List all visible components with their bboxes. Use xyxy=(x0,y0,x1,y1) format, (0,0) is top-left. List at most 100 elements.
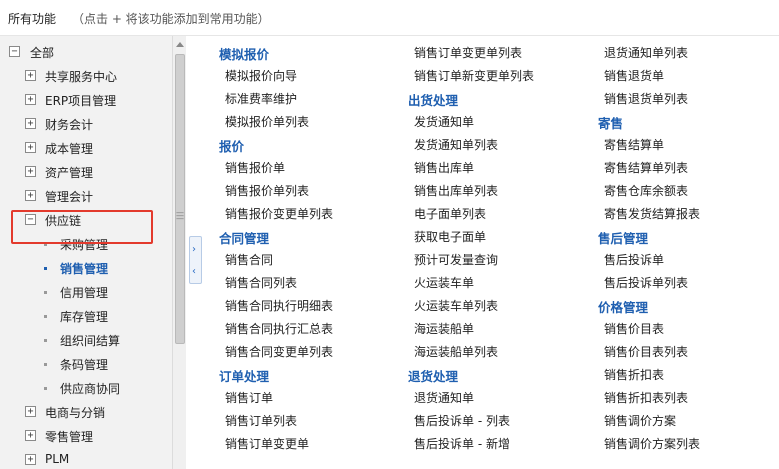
function-link[interactable]: 模拟报价向导 xyxy=(225,67,297,84)
scroll-up-arrow-icon[interactable] xyxy=(176,42,184,47)
bullet-icon xyxy=(44,339,47,342)
tree-item[interactable]: + 资产管理 xyxy=(0,160,172,184)
bullet-icon xyxy=(44,363,47,366)
function-link[interactable]: 退货通知单列表 xyxy=(604,44,688,61)
expand-icon[interactable]: + xyxy=(25,166,36,177)
expand-icon[interactable]: + xyxy=(25,406,36,417)
function-link[interactable]: 销售合同 xyxy=(225,251,273,268)
function-link[interactable]: 售后投诉单 - 列表 xyxy=(414,412,510,429)
function-link[interactable]: 发货通知单 xyxy=(414,113,474,130)
function-link[interactable]: 海运装船单列表 xyxy=(414,343,498,360)
function-link[interactable]: 销售出库单列表 xyxy=(414,182,498,199)
function-link[interactable]: 售后投诉单 xyxy=(604,251,664,268)
tree-item[interactable]: 库存管理 xyxy=(0,304,172,328)
tree-item-label: 组织间结算 xyxy=(60,334,121,348)
tree-item[interactable]: 供应商协同 xyxy=(0,376,172,400)
tree-item[interactable]: 组织间结算 xyxy=(0,328,172,352)
function-link[interactable]: 销售报价单 xyxy=(225,159,285,176)
tree-item[interactable]: + 零售管理 xyxy=(0,424,172,448)
scroll-thumb[interactable]: — — — xyxy=(175,54,185,344)
function-link[interactable]: 模拟报价单列表 xyxy=(225,113,309,130)
function-link[interactable]: 销售合同变更单列表 xyxy=(225,343,333,360)
function-link[interactable]: 销售折扣表 xyxy=(604,366,664,383)
grip-icon: — — — xyxy=(176,208,184,223)
collapse-icon[interactable]: − xyxy=(9,46,20,57)
function-link[interactable]: 销售报价变更单列表 xyxy=(225,205,333,222)
function-link[interactable]: 销售调价方案 xyxy=(604,412,676,429)
function-link[interactable]: 电子面单列表 xyxy=(414,205,486,222)
function-link[interactable]: 销售折扣表列表 xyxy=(604,389,688,406)
function-link[interactable]: 寄售结算单列表 xyxy=(604,159,688,176)
function-link[interactable]: 销售合同执行汇总表 xyxy=(225,320,333,337)
tree-item[interactable]: + 成本管理 xyxy=(0,136,172,160)
group-heading: 报价 xyxy=(219,139,245,154)
function-link[interactable]: 销售退货单列表 xyxy=(604,90,688,107)
tree-item-label: 电商与分销 xyxy=(45,406,106,420)
tree-item-label: PLM xyxy=(45,452,70,466)
tree-item-label: 共享服务中心 xyxy=(45,70,118,84)
tree-item[interactable]: 销售管理 xyxy=(0,256,172,280)
function-link[interactable]: 发货通知单列表 xyxy=(414,136,498,153)
tree-item[interactable]: + 财务会计 xyxy=(0,112,172,136)
function-link[interactable]: 海运装船单 xyxy=(414,320,474,337)
function-tree: − 全部 + 共享服务中心 + ERP项目管理 + 财务会计 + 成本管理 + 资产管理 + 管理会计 − 供… xyxy=(0,36,186,469)
tree-item-label: 成本管理 xyxy=(45,142,94,156)
tree-item[interactable]: + 共享服务中心 xyxy=(0,64,172,88)
group-heading: 价格管理 xyxy=(598,300,649,315)
tree-item[interactable]: + ERP项目管理 xyxy=(0,88,172,112)
expand-icon[interactable]: + xyxy=(25,70,36,81)
expand-icon[interactable]: + xyxy=(25,94,36,105)
tree-item-label: 资产管理 xyxy=(45,166,94,180)
function-link[interactable]: 销售订单变更单 xyxy=(225,435,309,452)
function-link[interactable]: 寄售发货结算报表 xyxy=(604,205,700,222)
function-link[interactable]: 销售合同执行明细表 xyxy=(225,297,333,314)
function-link[interactable]: 寄售仓库余额表 xyxy=(604,182,688,199)
function-link[interactable]: 售后投诉单 - 新增 xyxy=(414,435,510,452)
function-link[interactable]: 预计可发量查询 xyxy=(414,251,498,268)
header-bar: 所有功能 （点击 + 将该功能添加到常用功能） xyxy=(0,0,779,36)
function-link[interactable]: 退货通知单 xyxy=(414,389,474,406)
bullet-icon xyxy=(44,267,47,270)
function-link[interactable]: 火运装车单列表 xyxy=(414,297,498,314)
function-link[interactable]: 销售订单新变更单列表 xyxy=(414,67,534,84)
function-link[interactable]: 售后投诉单列表 xyxy=(604,274,688,291)
function-link[interactable]: 寄售结算单 xyxy=(604,136,664,153)
page-hint: （点击 + 将该功能添加到常用功能） xyxy=(72,12,270,26)
function-link[interactable]: 销售调价方案列表 xyxy=(604,435,700,452)
group-heading: 模拟报价 xyxy=(219,47,270,62)
bullet-icon xyxy=(44,315,47,318)
group-heading: 退货处理 xyxy=(408,369,459,384)
tree-item[interactable]: 条码管理 xyxy=(0,352,172,376)
chevron-right-icon: › xyxy=(192,244,196,255)
selection-highlight xyxy=(11,210,153,244)
tree-item[interactable]: − 全部 xyxy=(0,40,172,64)
function-link[interactable]: 销售退货单 xyxy=(604,67,664,84)
tree-item-label: 库存管理 xyxy=(60,310,109,324)
function-link[interactable]: 销售报价单列表 xyxy=(225,182,309,199)
sidebar-collapse-toggle[interactable]: › ‹ xyxy=(189,236,202,284)
expand-icon[interactable]: + xyxy=(25,190,36,201)
tree-item[interactable]: 信用管理 xyxy=(0,280,172,304)
function-link[interactable]: 获取电子面单 xyxy=(414,228,486,245)
tree-item[interactable]: + PLM xyxy=(0,448,172,469)
function-link[interactable]: 销售订单变更单列表 xyxy=(414,44,522,61)
function-link[interactable]: 销售价目表 xyxy=(604,320,664,337)
expand-icon[interactable]: + xyxy=(25,454,36,465)
tree-scrollbar[interactable]: — — — xyxy=(172,36,186,469)
expand-icon[interactable]: + xyxy=(25,142,36,153)
tree-item[interactable]: + 管理会计 xyxy=(0,184,172,208)
function-link[interactable]: 销售合同列表 xyxy=(225,274,297,291)
function-link[interactable]: 标准费率维护 xyxy=(225,90,297,107)
function-link[interactable]: 销售出库单 xyxy=(414,159,474,176)
tree-item-label: 条码管理 xyxy=(60,358,109,372)
group-heading: 售后管理 xyxy=(598,231,649,246)
function-link[interactable]: 销售价目表列表 xyxy=(604,343,688,360)
function-link[interactable]: 销售订单列表 xyxy=(225,412,297,429)
tree-item-label: 供应商协同 xyxy=(60,382,121,396)
tree-item[interactable]: + 电商与分销 xyxy=(0,400,172,424)
expand-icon[interactable]: + xyxy=(25,430,36,441)
expand-icon[interactable]: + xyxy=(25,118,36,129)
function-link[interactable]: 销售订单 xyxy=(225,389,273,406)
group-heading: 出货处理 xyxy=(408,93,459,108)
function-link[interactable]: 火运装车单 xyxy=(414,274,474,291)
